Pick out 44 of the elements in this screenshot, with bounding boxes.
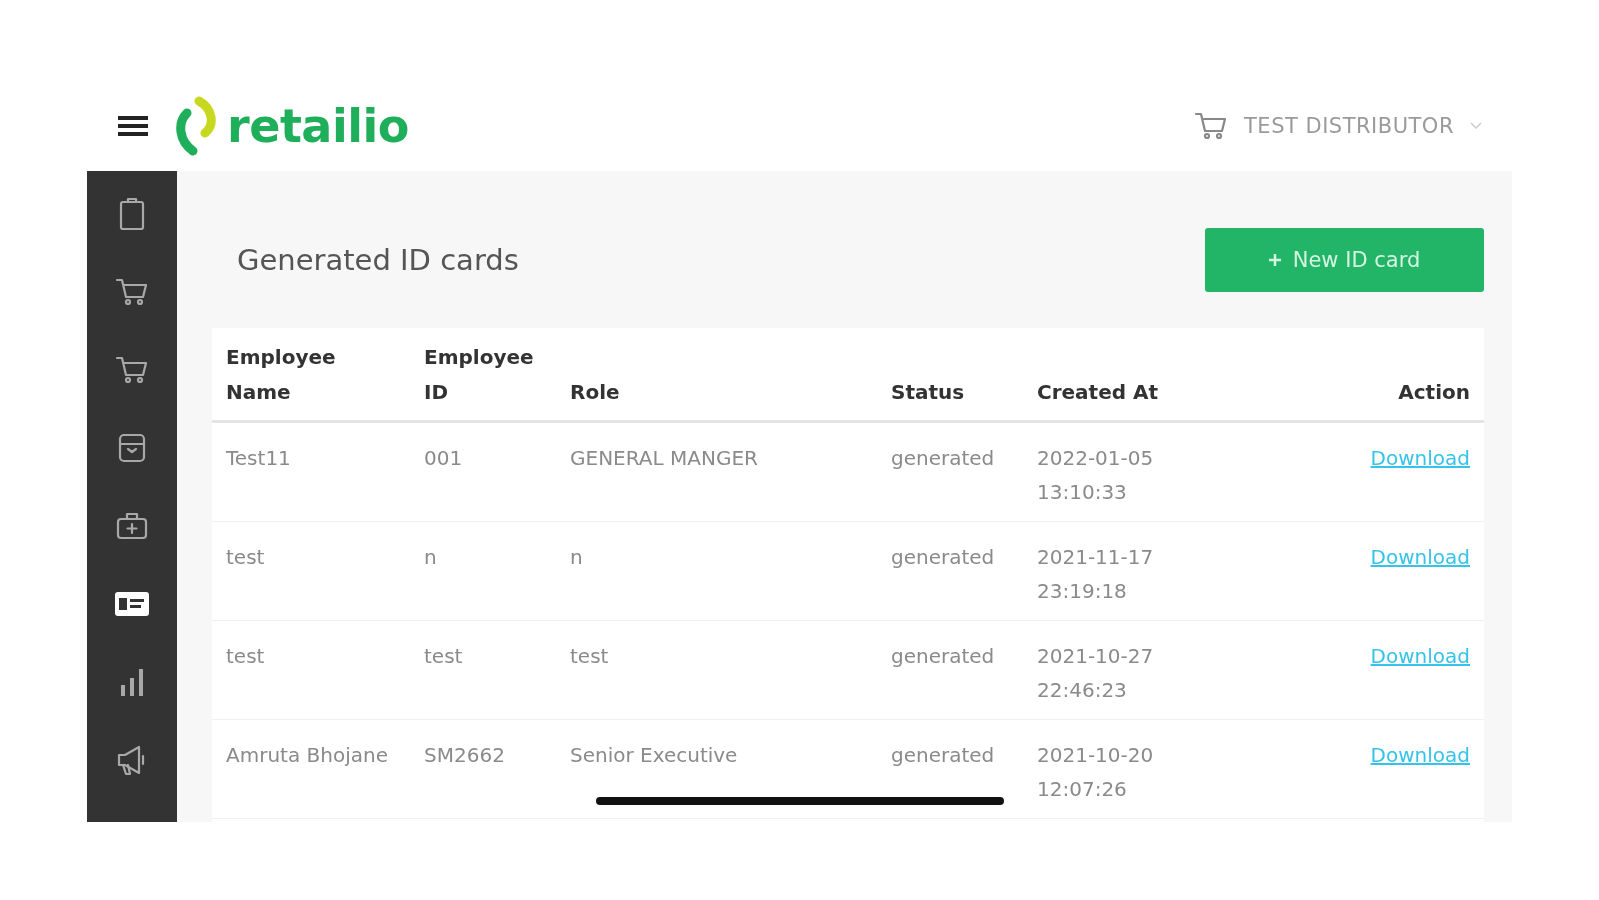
table-cell-text: SM2662 bbox=[424, 742, 506, 769]
column-header: Employee Name bbox=[226, 344, 337, 406]
cart-icon bbox=[115, 277, 149, 307]
table-cell-text: test bbox=[226, 643, 266, 670]
table-cell-text: test bbox=[570, 643, 610, 670]
table-cell-text: Amruta Bhojane bbox=[226, 742, 389, 769]
table-cell-text: 2021-10-20 12:07:26 bbox=[1037, 742, 1155, 803]
column-header: Action bbox=[1397, 379, 1470, 406]
table-cell-text: 2022-01-05 13:10:33 bbox=[1037, 445, 1155, 506]
medical-kit-icon bbox=[115, 511, 149, 541]
column-header: Employee ID bbox=[424, 344, 535, 406]
table-cell-text: n bbox=[570, 544, 584, 571]
bar-chart-icon bbox=[118, 667, 146, 697]
table-cell-text: 001 bbox=[424, 445, 464, 472]
column-header: Created At bbox=[1037, 379, 1160, 406]
box-icon bbox=[117, 432, 147, 464]
table-cell-text: 2021-11-17 23:19:18 bbox=[1037, 544, 1155, 605]
table-cell-text: Test11 bbox=[226, 445, 292, 472]
id-card-icon bbox=[114, 591, 150, 617]
cart-icon bbox=[115, 355, 149, 385]
cart-icon bbox=[1194, 110, 1229, 141]
account-name[interactable]: TEST DISTRIBUTOR bbox=[1244, 113, 1454, 138]
column-header: Status bbox=[891, 379, 966, 406]
download-link[interactable]: Download bbox=[1370, 639, 1470, 673]
column-header: Role bbox=[570, 379, 621, 406]
table-cell-text: test bbox=[424, 643, 464, 670]
table-cell-text: n bbox=[424, 544, 438, 571]
new-id-card-button[interactable]: New ID card bbox=[1205, 228, 1484, 292]
clipboard-icon bbox=[118, 197, 146, 231]
table-cell-text: generated bbox=[891, 544, 996, 571]
download-link[interactable]: Download bbox=[1370, 738, 1470, 772]
download-link[interactable]: Download bbox=[1370, 441, 1470, 475]
table-cell-text: generated bbox=[891, 742, 996, 769]
plus-icon bbox=[1268, 254, 1281, 266]
table-cell-text: generated bbox=[891, 445, 996, 472]
table-cell-text: Senior Executive bbox=[570, 742, 739, 769]
table-cell-text: 2021-10-27 22:46:23 bbox=[1037, 643, 1155, 704]
table-cell-text: generated bbox=[891, 643, 996, 670]
download-link[interactable]: Download bbox=[1370, 540, 1470, 574]
logo-icon bbox=[173, 94, 219, 157]
table-cell-text: test bbox=[226, 544, 266, 571]
logo-text: retailio bbox=[227, 98, 409, 153]
table-cell-text: GENERAL MANGER bbox=[570, 445, 759, 472]
page-title: Generated ID cards bbox=[237, 243, 519, 277]
